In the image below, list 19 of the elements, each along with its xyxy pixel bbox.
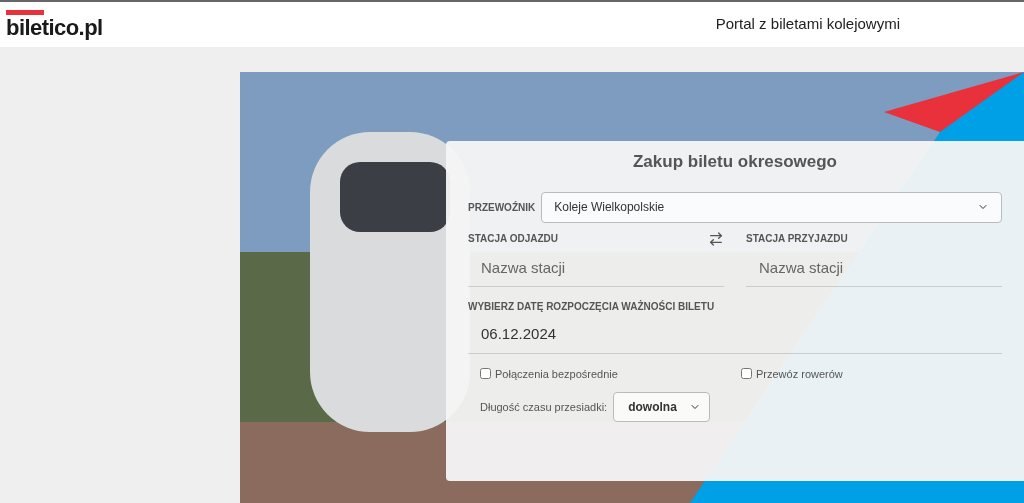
transfer-select[interactable]: dowolna — [613, 392, 711, 422]
arrival-label: STACJA PRZYJAZDU — [746, 232, 848, 246]
departure-field[interactable]: Nazwa stacji — [468, 248, 724, 287]
option-checkbox[interactable] — [741, 368, 752, 380]
logo[interactable]: biletico.pl — [6, 17, 103, 39]
transfer-label: Długość czasu przesiadki: — [480, 399, 608, 415]
form-title: Zakup biletu okresowego — [631, 151, 838, 173]
option-label: Połączenia bezpośrednie — [495, 366, 618, 382]
tagline: Portal z biletami kolejowymi — [715, 14, 900, 35]
departure-label: STACJA ODJAZDU — [468, 232, 558, 246]
arrival-field[interactable]: Nazwa stacji — [746, 248, 1002, 287]
date-label: WYBIERZ DATĘ ROZPOCZĘCIA WAŻNOŚCI BILETU — [468, 299, 716, 314]
swap-icon[interactable] — [708, 230, 724, 247]
date-field[interactable]: 06.12.2024 — [468, 313, 1002, 354]
option-checkbox[interactable] — [480, 368, 491, 380]
carrier-select[interactable]: Koleje Wielkopolskie — [541, 191, 1002, 223]
option-label: Przewóz rowerów — [756, 366, 843, 382]
logo-bar — [6, 10, 44, 15]
carrier-label: PRZEWOŹNIK — [468, 200, 536, 215]
